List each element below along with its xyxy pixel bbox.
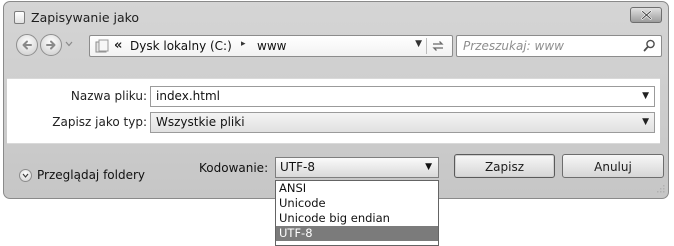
breadcrumb-segment-www[interactable]: www xyxy=(257,39,286,53)
breadcrumb-overflow-chevron[interactable]: « xyxy=(114,38,122,53)
back-arrow-icon xyxy=(22,40,32,50)
file-fields-panel: Nazwa pliku: index.html ▼ Zapisz jako ty… xyxy=(7,78,660,144)
close-icon xyxy=(640,10,652,20)
encoding-option-ansi[interactable]: ANSI xyxy=(276,181,438,196)
encoding-dropdown-list: ANSI Unicode Unicode big endian UTF-8 xyxy=(275,180,439,246)
forward-arrow-icon xyxy=(46,40,56,50)
filetype-label: Zapisz jako typ: xyxy=(52,115,147,129)
save-button[interactable]: Zapisz xyxy=(454,154,555,178)
back-button[interactable] xyxy=(16,34,38,56)
filetype-value: Wszystkie pliki xyxy=(156,115,245,129)
expand-circle-icon xyxy=(19,168,32,182)
filename-label: Nazwa pliku: xyxy=(70,89,147,103)
search-input[interactable] xyxy=(457,36,637,56)
document-icon xyxy=(14,11,25,24)
breadcrumb-segment-drive[interactable]: Dysk lokalny (C:) xyxy=(130,39,232,53)
window-title: Zapisywanie jako xyxy=(31,10,140,25)
refresh-icon xyxy=(432,41,444,51)
filename-field[interactable]: index.html ▼ xyxy=(150,86,655,107)
refresh-button[interactable] xyxy=(426,38,449,54)
browse-folders-label: Przeglądaj foldery xyxy=(37,168,145,182)
address-bar[interactable]: « Dysk lokalny (C:) ▸ www ▼ xyxy=(89,35,453,57)
encoding-option-unicode-big-endian[interactable]: Unicode big endian xyxy=(276,211,438,226)
close-button[interactable] xyxy=(630,7,662,23)
filename-value: index.html xyxy=(156,89,220,103)
encoding-select[interactable]: UTF-8 ▼ xyxy=(275,157,439,178)
filetype-dropdown-arrow[interactable]: ▼ xyxy=(642,113,649,132)
search-box[interactable] xyxy=(456,35,662,57)
encoding-option-unicode[interactable]: Unicode xyxy=(276,196,438,211)
breadcrumb-separator-arrow[interactable]: ▸ xyxy=(241,39,246,49)
cancel-button[interactable]: Anuluj xyxy=(562,154,664,178)
address-dropdown-arrow[interactable]: ▼ xyxy=(415,39,422,49)
filename-dropdown-arrow[interactable]: ▼ xyxy=(642,87,649,106)
resize-grip-icon[interactable] xyxy=(655,183,665,193)
browse-folders-toggle[interactable]: Przeglądaj foldery xyxy=(19,168,145,182)
search-icon[interactable] xyxy=(643,39,656,52)
filetype-select[interactable]: Wszystkie pliki ▼ xyxy=(150,112,655,133)
encoding-label: Kodowanie: xyxy=(199,161,269,175)
encoding-dropdown-arrow[interactable]: ▼ xyxy=(425,158,432,177)
recent-pages-chevron-down-icon[interactable] xyxy=(65,41,73,47)
encoding-value: UTF-8 xyxy=(280,160,315,174)
encoding-option-utf-8[interactable]: UTF-8 xyxy=(276,226,438,241)
folder-icon xyxy=(95,39,109,53)
forward-button[interactable] xyxy=(40,34,62,56)
